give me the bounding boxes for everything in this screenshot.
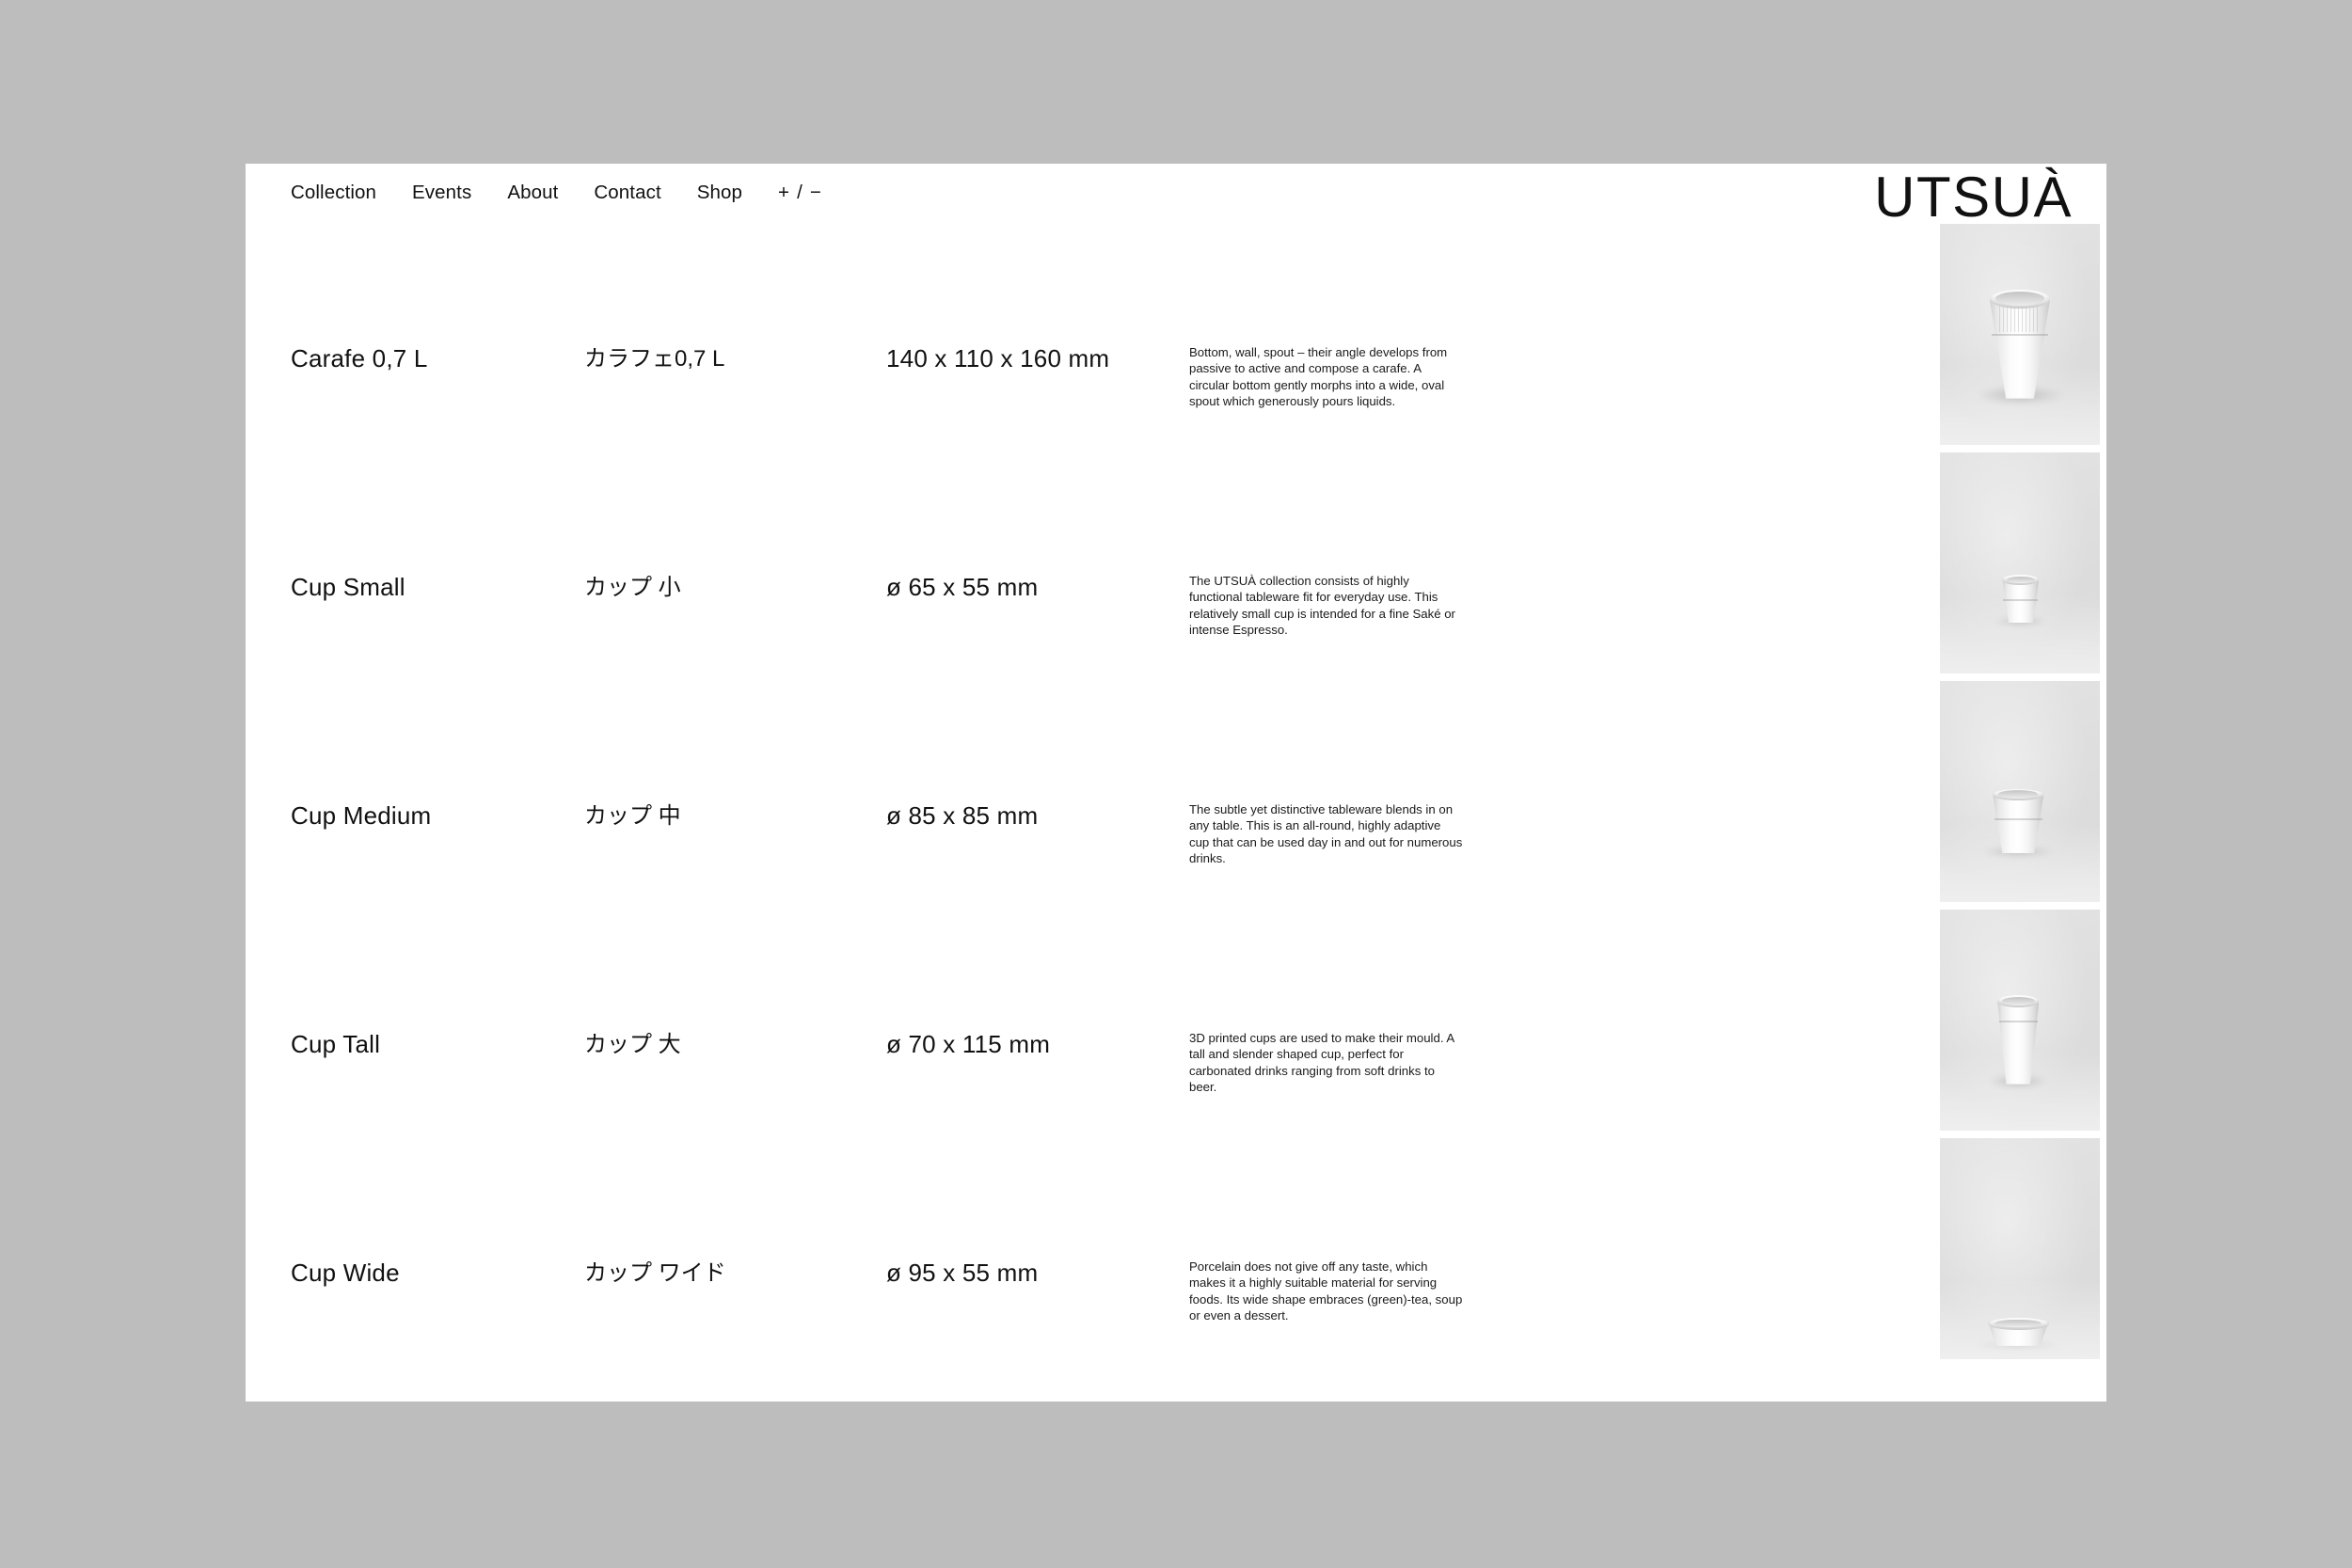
product-name: Cup Wide [291, 1259, 400, 1287]
product-dimensions: 140 x 110 x 160 mm [886, 344, 1110, 372]
object-body [1997, 1001, 2040, 1085]
cup-medium-object [1983, 787, 2054, 857]
product-description: The UTSUÀ collection consists of highly … [1189, 574, 1455, 638]
object-band [2003, 599, 2039, 602]
product-name: Cup Tall [291, 1030, 381, 1058]
product-image-cup-tall[interactable] [1940, 910, 2100, 1131]
product-image-cup-small[interactable] [1940, 452, 2100, 673]
cup-wide-object [1977, 1317, 2060, 1348]
site-header: Collection Events About Contact Shop + /… [246, 164, 2106, 258]
product-dimensions: ø 95 x 55 mm [886, 1259, 1039, 1287]
product-row[interactable]: Cup Tall カップ 大 ø 70 x 115 mm 3D printed … [246, 943, 1836, 1172]
product-name-japanese: カップ 中 [584, 803, 681, 829]
product-name-japanese: カップ 小 [584, 575, 681, 600]
product-description: Bottom, wall, spout – their angle develo… [1189, 345, 1448, 409]
product-row[interactable]: Carafe 0,7 L カラフェ0,7 L 140 x 110 x 160 m… [246, 258, 1836, 486]
product-row[interactable]: Cup Small カップ 小 ø 65 x 55 mm The UTSUÀ c… [246, 486, 1836, 715]
product-name: Carafe 0,7 L [291, 344, 428, 372]
product-name-japanese: カップ 大 [584, 1032, 681, 1057]
object-band [1991, 334, 2049, 337]
object-interior [2006, 576, 2035, 583]
cup-small-object [1995, 574, 2046, 626]
nav-item-contact[interactable]: Contact [594, 182, 660, 203]
browser-viewport: Collection Events About Contact Shop + /… [246, 164, 2106, 1402]
object-interior [2001, 997, 2035, 1006]
object-band [1998, 1021, 2039, 1023]
product-description: The subtle yet distinctive tableware ble… [1189, 802, 1463, 866]
product-image-cup-wide[interactable] [1940, 1138, 2100, 1359]
product-name-japanese: カラフェ0,7 L [584, 346, 725, 372]
product-image-carafe[interactable] [1940, 224, 2100, 445]
product-name-japanese: カップ ワイド [584, 1260, 726, 1286]
nav-item-about[interactable]: About [507, 182, 558, 203]
nav-item-collection[interactable]: Collection [291, 182, 376, 203]
product-row[interactable]: Cup Medium カップ 中 ø 85 x 85 mm The subtle… [246, 715, 1836, 943]
product-name: Cup Medium [291, 801, 432, 830]
product-list: Carafe 0,7 L カラフェ0,7 L 140 x 110 x 160 m… [246, 258, 1836, 1401]
object-interior [1994, 291, 2045, 306]
product-description: Porcelain does not give off any taste, w… [1189, 1259, 1463, 1323]
product-row[interactable]: Cup Wide カップ ワイド ø 95 x 55 mm Porcelain … [246, 1172, 1836, 1401]
object-band [1994, 817, 2042, 820]
object-interior [1998, 790, 2039, 799]
main-navigation: Collection Events About Contact Shop + /… [291, 182, 822, 203]
product-name: Cup Small [291, 573, 405, 601]
nav-item-shop[interactable]: Shop [697, 182, 742, 203]
product-description: 3D printed cups are used to make their m… [1189, 1031, 1454, 1095]
product-image-cup-medium[interactable] [1940, 681, 2100, 902]
product-dimensions: ø 85 x 85 mm [886, 801, 1039, 830]
cup-tall-object [1990, 993, 2047, 1089]
product-image-rail [1940, 164, 2106, 1402]
text-size-toggle[interactable]: + / − [778, 182, 822, 203]
nav-item-events[interactable]: Events [412, 182, 471, 203]
carafe-object [1979, 283, 2061, 404]
product-dimensions: ø 70 x 115 mm [886, 1030, 1051, 1058]
product-dimensions: ø 65 x 55 mm [886, 573, 1039, 601]
